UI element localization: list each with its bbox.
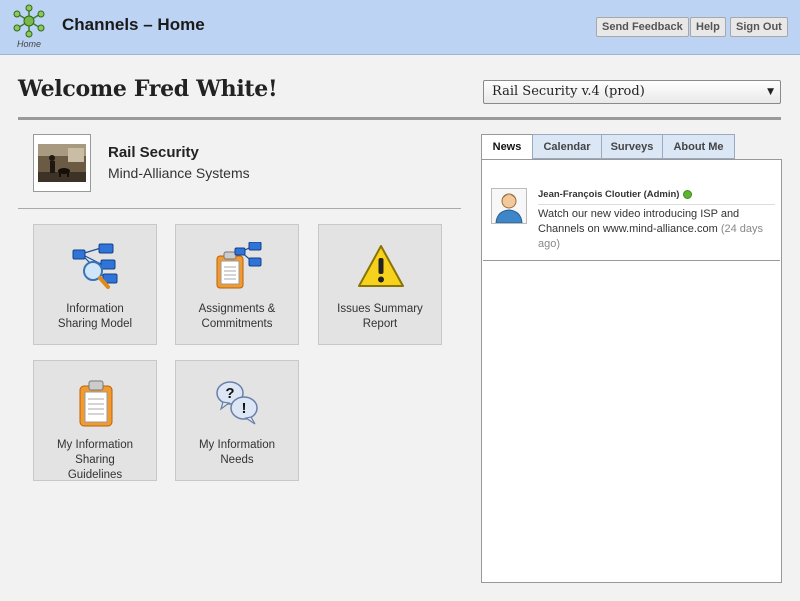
news-author: Jean-François Cloutier (Admin) [538,189,693,200]
network-magnifier-icon [71,242,121,292]
clipboard-network-icon [213,242,263,292]
user-avatar-icon [491,188,527,224]
online-status-icon [683,189,693,199]
assignments-commitments-tile[interactable]: Assignments & Commitments [175,224,299,345]
svg-text:!: ! [242,400,247,417]
header-divider [18,117,781,120]
home-logo[interactable]: Home [10,4,48,50]
tile-label: Issues Summary Report [337,303,423,330]
news-panel: Jean-François Cloutier (Admin) Watch our… [481,159,782,583]
tab-surveys[interactable]: Surveys [601,134,663,159]
warning-icon [356,242,406,292]
plan-select[interactable]: Rail Security v.4 (prod) ▼ [483,80,781,104]
plan-divider [18,208,461,209]
tab-news[interactable]: News [481,134,533,160]
dropdown-arrow-icon: ▼ [767,87,774,97]
plan-name: Rail Security [108,144,199,161]
help-button[interactable]: Help [690,17,726,37]
welcome-heading: Welcome Fred White! [18,76,278,102]
clipboard-icon [71,378,121,428]
plan-thumbnail [33,134,91,192]
news-item: Jean-François Cloutier (Admin) Watch our… [483,174,780,261]
information-sharing-model-tile[interactable]: Information Sharing Model [33,224,157,345]
logo-caption: Home [16,39,41,49]
tab-about-me[interactable]: About Me [662,134,735,159]
news-message: Watch our new video introducing ISP and … [538,208,764,250]
my-information-needs-tile[interactable]: ? ! My Information Needs [175,360,299,481]
plan-organization: Mind-Alliance Systems [108,165,250,181]
page-title: Channels – Home [62,15,205,34]
snowflake-logo-icon [10,4,48,38]
top-header: Home Channels – Home Send Feedback Help … [0,0,800,55]
sign-out-button[interactable]: Sign Out [730,17,788,37]
question-bubbles-icon: ? ! [213,378,263,428]
tile-label: Information Sharing Model [57,303,133,330]
tile-label: My Information Sharing Guidelines [56,439,134,481]
news-divider [538,204,775,205]
plan-select-value: Rail Security v.4 (prod) [492,84,645,99]
svg-text:?: ? [225,385,234,402]
tile-label: Assignments & Commitments [198,303,276,330]
my-information-sharing-guidelines-tile[interactable]: My Information Sharing Guidelines [33,360,157,481]
issues-summary-report-tile[interactable]: Issues Summary Report [318,224,442,345]
send-feedback-button[interactable]: Send Feedback [596,17,689,37]
tile-label: My Information Needs [198,439,276,466]
tab-calendar[interactable]: Calendar [532,134,602,159]
